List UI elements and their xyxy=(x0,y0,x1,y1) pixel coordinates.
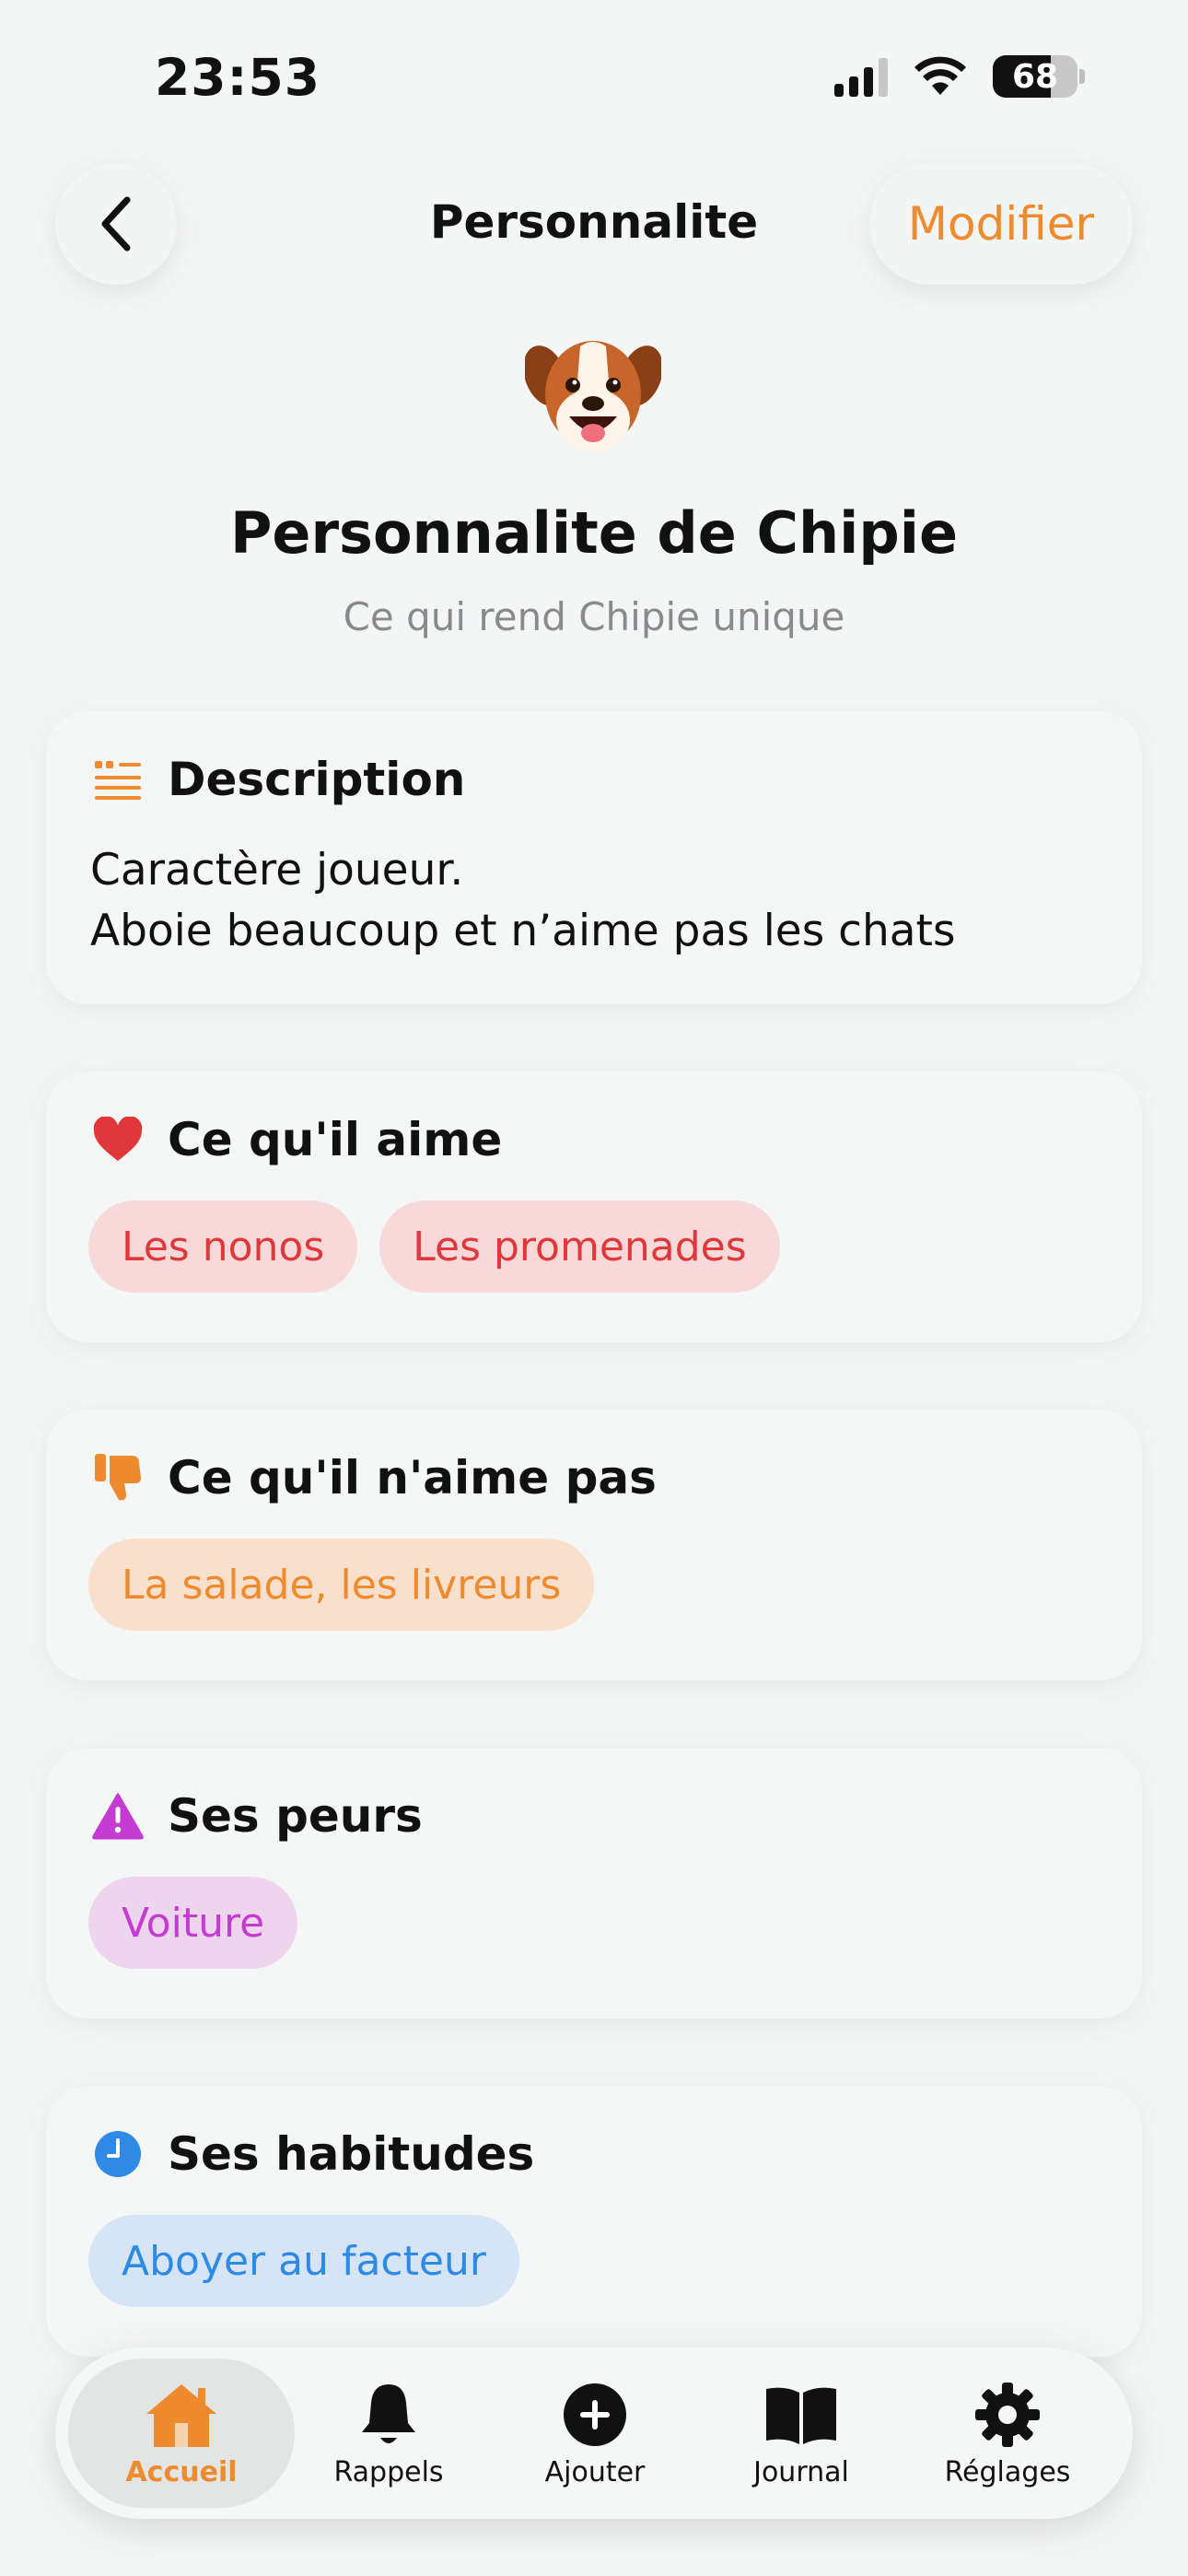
plus-circle-icon xyxy=(556,2379,634,2451)
habits-card: Ses habitudes Aboyer au facteur xyxy=(46,2086,1142,2357)
dislikes-card: Ce qu'il n'aime pas La salade, les livre… xyxy=(46,1410,1142,1680)
fears-card: Ses peurs Voiture xyxy=(46,1748,1142,2019)
description-line: Aboie beaucoup et n’aime pas les chats xyxy=(90,906,956,956)
description-line: Caractère joueur. xyxy=(90,845,464,896)
screen: 23:53 68 Personnalite Modifier Personnal… xyxy=(0,0,1188,2576)
status-time: 23:53 xyxy=(155,48,321,107)
description-title: Description xyxy=(168,753,466,806)
heart-icon xyxy=(90,1112,146,1167)
description-header: Description xyxy=(90,752,465,807)
dislikes-chips: La salade, les livreurs xyxy=(88,1539,595,1631)
likes-header: Ce qu'il aime xyxy=(90,1112,502,1167)
warning-icon xyxy=(90,1788,146,1844)
house-icon xyxy=(143,2379,220,2451)
tab-label: Réglages xyxy=(944,2455,1071,2488)
like-chip[interactable]: Les nonos xyxy=(88,1200,358,1293)
likes-chips: Les nonos Les promenades xyxy=(88,1200,780,1293)
battery-icon: 68 xyxy=(993,55,1077,98)
book-icon xyxy=(763,2379,840,2451)
fears-title: Ses peurs xyxy=(168,1789,423,1843)
description-card: Description Caractère joueur. Aboie beau… xyxy=(46,711,1142,1004)
text-quote-icon xyxy=(90,752,146,807)
tab-label: Rappels xyxy=(333,2455,444,2488)
dislike-chip[interactable]: La salade, les livreurs xyxy=(88,1539,595,1631)
habits-title: Ses habitudes xyxy=(168,2127,535,2181)
cellular-signal-icon xyxy=(834,56,888,97)
tab-label: Accueil xyxy=(125,2455,238,2488)
fears-chips: Voiture xyxy=(88,1877,298,1969)
habits-header: Ses habitudes xyxy=(90,2126,534,2182)
tab-bar: Accueil Rappels Ajouter Journal Réglages xyxy=(55,2348,1133,2519)
wifi-icon xyxy=(914,56,966,95)
gear-icon xyxy=(969,2379,1046,2451)
thumbs-down-icon xyxy=(90,1450,146,1505)
tab-accueil[interactable]: Accueil xyxy=(68,2359,295,2508)
fear-chip[interactable]: Voiture xyxy=(88,1877,298,1969)
tab-ajouter[interactable]: Ajouter xyxy=(494,2359,696,2508)
tab-label: Journal xyxy=(753,2455,849,2488)
tab-rappels[interactable]: Rappels xyxy=(287,2359,490,2508)
habits-chips: Aboyer au facteur xyxy=(88,2215,519,2307)
like-chip[interactable]: Les promenades xyxy=(379,1200,780,1293)
dislikes-header: Ce qu'il n'aime pas xyxy=(90,1450,657,1505)
edit-button[interactable]: Modifier xyxy=(869,163,1133,285)
dog-face-icon xyxy=(525,341,661,451)
tab-reglages[interactable]: Réglages xyxy=(906,2359,1109,2508)
likes-card: Ce qu'il aime Les nonos Les promenades xyxy=(46,1071,1142,1342)
bell-icon xyxy=(350,2379,427,2451)
status-icons: 68 xyxy=(834,55,1085,98)
battery-level: 68 xyxy=(1011,57,1059,96)
clock-icon xyxy=(90,2126,146,2182)
battery-indicator: 68 xyxy=(993,55,1085,98)
page-subtitle: Ce qui rend Chipie unique xyxy=(343,594,845,639)
dislikes-title: Ce qu'il n'aime pas xyxy=(168,1451,657,1505)
likes-title: Ce qu'il aime xyxy=(168,1113,503,1166)
fears-header: Ses peurs xyxy=(90,1788,423,1844)
tab-label: Ajouter xyxy=(544,2455,646,2488)
habit-chip[interactable]: Aboyer au facteur xyxy=(88,2215,519,2307)
page-title: Personnalite de Chipie xyxy=(229,499,959,567)
tab-journal[interactable]: Journal xyxy=(700,2359,903,2508)
description-text: Caractère joueur. Aboie beaucoup et n’ai… xyxy=(90,840,955,962)
